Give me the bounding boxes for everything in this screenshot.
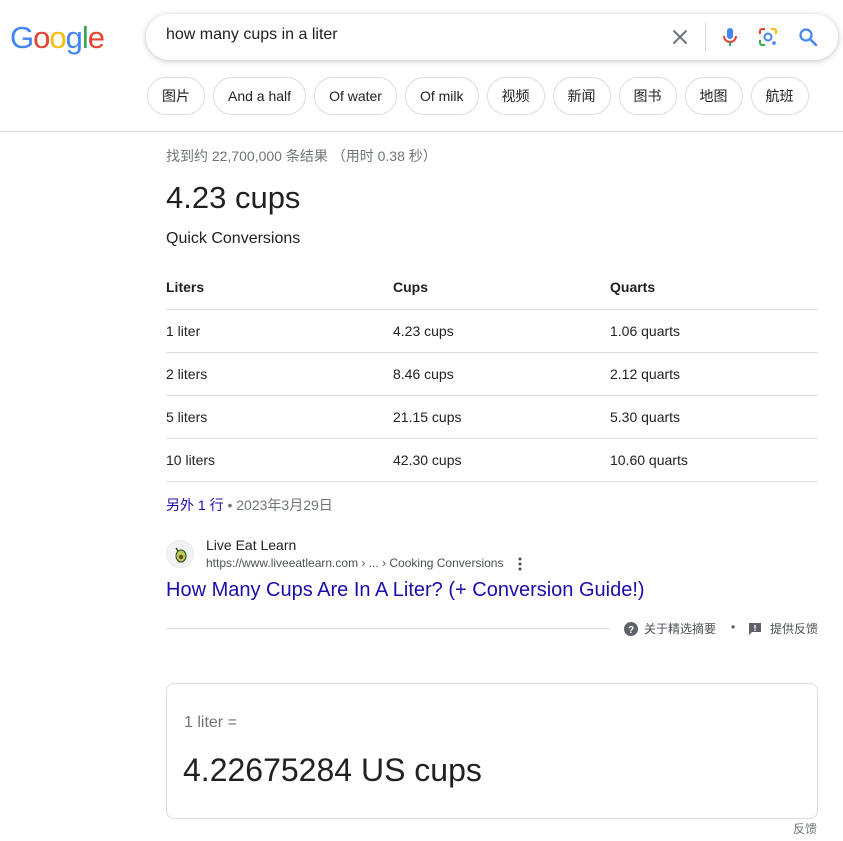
table-row: 10 liters 42.30 cups 10.60 quarts bbox=[166, 438, 818, 482]
table-cell: 1 liter bbox=[166, 309, 393, 353]
table-cell-highlight: 4.23 cups bbox=[393, 309, 610, 353]
table-header: Liters bbox=[166, 265, 393, 310]
chip-flights[interactable]: 航班 bbox=[750, 77, 809, 115]
table-cell: 42.30 cups bbox=[393, 438, 610, 482]
snippet-divider bbox=[166, 628, 610, 629]
snippet-answer: 4.23 cups bbox=[166, 180, 301, 215]
search-chips: 图片 And a half Of water Of milk 视频 新闻 图书 … bbox=[147, 77, 809, 115]
search-input[interactable]: how many cups in a liter bbox=[166, 26, 338, 44]
chip-of-water[interactable]: Of water bbox=[314, 77, 397, 115]
table-cell: 10 liters bbox=[166, 438, 393, 482]
table-cell: 8.46 cups bbox=[393, 352, 610, 396]
converter-feedback-link[interactable]: 反馈 bbox=[793, 820, 817, 837]
table-header: Quarts bbox=[610, 265, 818, 310]
table-cell: 21.15 cups bbox=[393, 395, 610, 439]
feedback-button[interactable]: 提供反馈 bbox=[748, 620, 818, 637]
snippet-subheading: Quick Conversions bbox=[166, 230, 301, 247]
mic-icon[interactable] bbox=[718, 25, 742, 49]
bullet-separator: • bbox=[227, 497, 237, 513]
table-cell: 5 liters bbox=[166, 395, 393, 439]
feedback-label: 提供反馈 bbox=[770, 622, 819, 636]
converter-result: 4.22675284 US cups bbox=[183, 752, 482, 788]
table-cell: 10.60 quarts bbox=[610, 438, 818, 482]
result-title-link[interactable]: How Many Cups Are In A Liter? (+ Convers… bbox=[166, 579, 645, 602]
about-snippets-label: 关于精选摘要 bbox=[644, 622, 717, 636]
snippet-date: 2023年3月29日 bbox=[236, 497, 333, 513]
conversion-table: Liters Cups Quarts 1 liter 4.23 cups 1.0… bbox=[166, 265, 818, 482]
table-row: 2 liters 8.46 cups 2.12 quarts bbox=[166, 352, 818, 396]
more-rows-line: 另外 1 行 • 2023年3月29日 bbox=[166, 495, 333, 515]
feedback-icon bbox=[749, 622, 761, 635]
lens-icon[interactable] bbox=[756, 25, 780, 49]
google-logo[interactable]: Google bbox=[10, 22, 105, 53]
chip-videos[interactable]: 视频 bbox=[486, 77, 545, 115]
chip-and-a-half[interactable]: And a half bbox=[213, 77, 307, 115]
search-icon[interactable] bbox=[796, 25, 820, 49]
converter-from: 1 liter = bbox=[184, 714, 237, 731]
table-cell: 1.06 quarts bbox=[610, 309, 818, 353]
chip-of-milk[interactable]: Of milk bbox=[404, 77, 479, 115]
table-row: 1 liter 4.23 cups 1.06 quarts bbox=[166, 309, 818, 353]
search-divider bbox=[705, 23, 706, 51]
table-cell: 2 liters bbox=[166, 352, 393, 396]
more-rows-link[interactable]: 另外 1 行 bbox=[166, 497, 224, 513]
svg-text:?: ? bbox=[628, 625, 634, 636]
search-box[interactable]: how many cups in a liter bbox=[146, 14, 838, 60]
result-stats: 找到约 22,700,000 条结果 （用时 0.38 秒） bbox=[166, 148, 437, 164]
chip-books[interactable]: 图书 bbox=[618, 77, 677, 115]
help-icon: ? bbox=[624, 621, 638, 636]
chip-news[interactable]: 新闻 bbox=[552, 77, 611, 115]
unit-converter-card: 1 liter = 4.22675284 US cups bbox=[166, 683, 818, 819]
chip-maps[interactable]: 地图 bbox=[684, 77, 743, 115]
table-header: Cups bbox=[393, 265, 610, 310]
site-name[interactable]: Live Eat Learn bbox=[206, 537, 296, 553]
chip-images[interactable]: 图片 bbox=[147, 77, 205, 115]
more-vert-icon[interactable] bbox=[513, 556, 527, 572]
about-snippets[interactable]: ? 关于精选摘要 bbox=[624, 620, 716, 637]
table-header-row: Liters Cups Quarts bbox=[166, 265, 818, 310]
table-row: 5 liters 21.15 cups 5.30 quarts bbox=[166, 395, 818, 439]
table-cell: 5.30 quarts bbox=[610, 395, 818, 439]
table-cell: 2.12 quarts bbox=[610, 352, 818, 396]
site-favicon[interactable] bbox=[166, 540, 194, 568]
bullet-separator: • bbox=[731, 620, 736, 634]
site-url[interactable]: https://www.liveeatlearn.com › ... › Coo… bbox=[206, 556, 503, 570]
header-divider bbox=[0, 131, 843, 132]
close-icon[interactable] bbox=[668, 25, 692, 49]
snippet-source: Live Eat Learn https://www.liveeatlearn.… bbox=[166, 537, 818, 577]
